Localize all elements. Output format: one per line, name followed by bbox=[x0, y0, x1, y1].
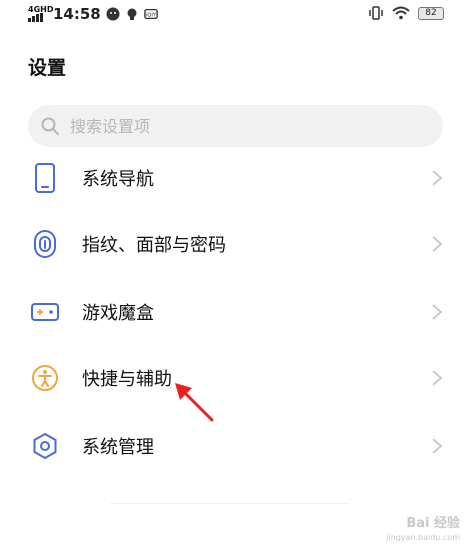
search-icon bbox=[41, 117, 59, 135]
setting-item-shortcuts-accessibility[interactable]: 快捷与辅助 bbox=[0, 345, 466, 411]
phone-navigation-icon bbox=[29, 162, 61, 194]
search-bar[interactable] bbox=[28, 105, 443, 147]
accessibility-icon bbox=[29, 362, 61, 394]
system-manage-icon bbox=[29, 430, 61, 462]
search-input[interactable] bbox=[68, 115, 372, 137]
annotation-arrow-icon bbox=[175, 383, 214, 422]
wifi-icon bbox=[392, 6, 410, 20]
chevron-right-icon bbox=[432, 170, 443, 186]
battery-icon: 82 bbox=[418, 6, 444, 20]
game-box-icon bbox=[29, 296, 61, 328]
signal-icon: 4GHD bbox=[28, 6, 53, 22]
setting-item-system-navigation[interactable]: 系统导航 bbox=[0, 145, 466, 211]
iqiyi-icon: iQIY bbox=[143, 8, 158, 20]
status-bar: 4GHD 14:58 iQIY 82 bbox=[0, 0, 466, 30]
bulb-icon bbox=[127, 8, 137, 20]
watermark-text: Bai 经验 bbox=[406, 516, 460, 531]
chevron-right-icon bbox=[432, 236, 443, 252]
watermark-url: jingyan.baidu.com bbox=[386, 533, 460, 542]
setting-item-system-management[interactable]: 系统管理 bbox=[0, 413, 466, 479]
setting-item-label: 系统管理 bbox=[82, 437, 154, 458]
setting-item-fingerprint-face-password[interactable]: 指纹、面部与密码 bbox=[0, 211, 466, 277]
setting-item-label: 游戏魔盒 bbox=[82, 303, 154, 324]
setting-item-label: 快捷与辅助 bbox=[82, 369, 172, 390]
svg-text:iQIY: iQIY bbox=[146, 13, 157, 19]
setting-item-label: 指纹、面部与密码 bbox=[82, 235, 226, 256]
divider bbox=[110, 503, 350, 504]
battery-level: 82 bbox=[425, 8, 437, 18]
network-type: 4GHD bbox=[28, 5, 54, 14]
chevron-right-icon bbox=[432, 370, 443, 386]
chevron-right-icon bbox=[432, 438, 443, 454]
watermark-logo: Bai 经验 jingyan.baidu.com bbox=[386, 517, 460, 545]
vibrate-icon bbox=[369, 6, 383, 20]
chevron-right-icon bbox=[432, 304, 443, 320]
fingerprint-icon bbox=[29, 228, 61, 260]
wechat-icon bbox=[106, 7, 120, 21]
page-title: 设置 bbox=[28, 57, 67, 79]
setting-item-label: 系统导航 bbox=[82, 169, 154, 190]
setting-item-game-box[interactable]: 游戏魔盒 bbox=[0, 279, 466, 345]
status-time: 14:58 bbox=[53, 5, 101, 23]
